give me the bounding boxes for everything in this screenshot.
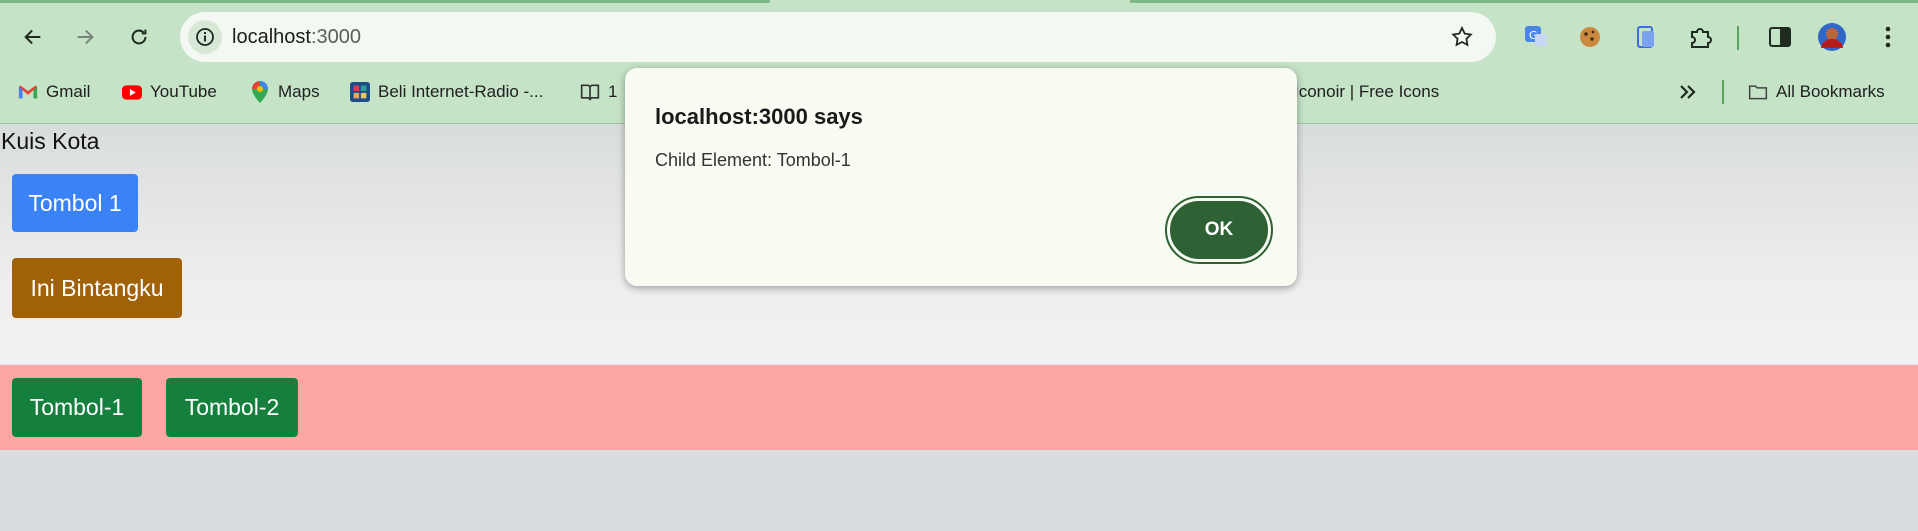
youtube-icon xyxy=(122,82,142,102)
side-panel-icon[interactable] xyxy=(1764,20,1796,54)
back-button[interactable] xyxy=(14,18,52,56)
bookmark-label: Maps xyxy=(278,82,320,101)
bookmark-star-icon[interactable] xyxy=(1450,25,1474,49)
profile-avatar[interactable] xyxy=(1816,20,1848,54)
address-bar[interactable]: localhost:3000 xyxy=(180,12,1496,62)
all-bookmarks-button[interactable]: All Bookmarks xyxy=(1748,80,1885,104)
chevron-double-right-icon xyxy=(1678,82,1698,102)
url-port: :3000 xyxy=(310,25,361,48)
clipboard-extension-icon[interactable] xyxy=(1630,20,1662,54)
bookmark-separator xyxy=(1722,80,1724,104)
alert-dialog: localhost:3000 says Child Element: Tombo… xyxy=(625,68,1297,286)
url-text[interactable]: localhost:3000 xyxy=(232,26,361,49)
page-title: Kuis Kota xyxy=(1,128,100,154)
menu-kebab-icon[interactable] xyxy=(1872,20,1904,54)
url-host: localhost xyxy=(232,25,311,48)
bookmark-book[interactable]: 1 xyxy=(580,80,617,104)
forward-button[interactable] xyxy=(66,18,104,56)
site-info-icon[interactable] xyxy=(188,20,222,54)
bookmark-label: 1 xyxy=(608,82,618,101)
radio-icon xyxy=(350,82,370,102)
toolbar-separator xyxy=(1737,26,1739,50)
folder-icon xyxy=(1748,82,1768,102)
tab-indicator xyxy=(0,0,770,3)
bookmark-label: Gmail xyxy=(46,82,91,101)
bookmark-maps[interactable]: Maps xyxy=(250,80,320,104)
bintang-button[interactable]: Ini Bintangku xyxy=(12,258,182,318)
reload-icon xyxy=(131,29,147,45)
bookmark-radio[interactable]: Beli Internet-Radio -... xyxy=(350,80,543,104)
extensions-puzzle-icon[interactable] xyxy=(1684,20,1716,54)
all-bookmarks-label: All Bookmarks xyxy=(1776,82,1885,101)
book-icon xyxy=(580,82,600,102)
ok-button[interactable]: OK xyxy=(1165,196,1273,264)
translate-extension-icon[interactable]: G xyxy=(1520,20,1552,54)
bookmark-youtube[interactable]: YouTube xyxy=(122,80,217,104)
child-tombol-2-button[interactable]: Tombol-2 xyxy=(166,378,298,437)
bookmarks-overflow-button[interactable] xyxy=(1678,80,1698,104)
bookmark-gmail[interactable]: Gmail xyxy=(18,80,90,104)
arrow-left-icon xyxy=(24,29,41,45)
cookie-extension-icon[interactable] xyxy=(1574,20,1606,54)
dialog-message: Child Element: Tombol-1 xyxy=(655,150,851,170)
bookmark-iconoir[interactable]: Iconoir | Free Icons xyxy=(1294,80,1439,104)
reload-button[interactable] xyxy=(120,18,158,56)
tombol-1-button[interactable]: Tombol 1 xyxy=(12,174,138,232)
child-tombol-1-button[interactable]: Tombol-1 xyxy=(12,378,142,437)
dialog-title: localhost:3000 says xyxy=(655,104,863,129)
arrow-right-icon xyxy=(77,29,94,45)
bookmark-label: Iconoir | Free Icons xyxy=(1294,82,1440,101)
maps-icon xyxy=(250,81,270,103)
bookmark-label: Beli Internet-Radio -... xyxy=(378,82,544,101)
gmail-icon xyxy=(18,82,38,102)
tab-indicator xyxy=(1130,0,1918,3)
bookmark-label: YouTube xyxy=(150,82,217,101)
